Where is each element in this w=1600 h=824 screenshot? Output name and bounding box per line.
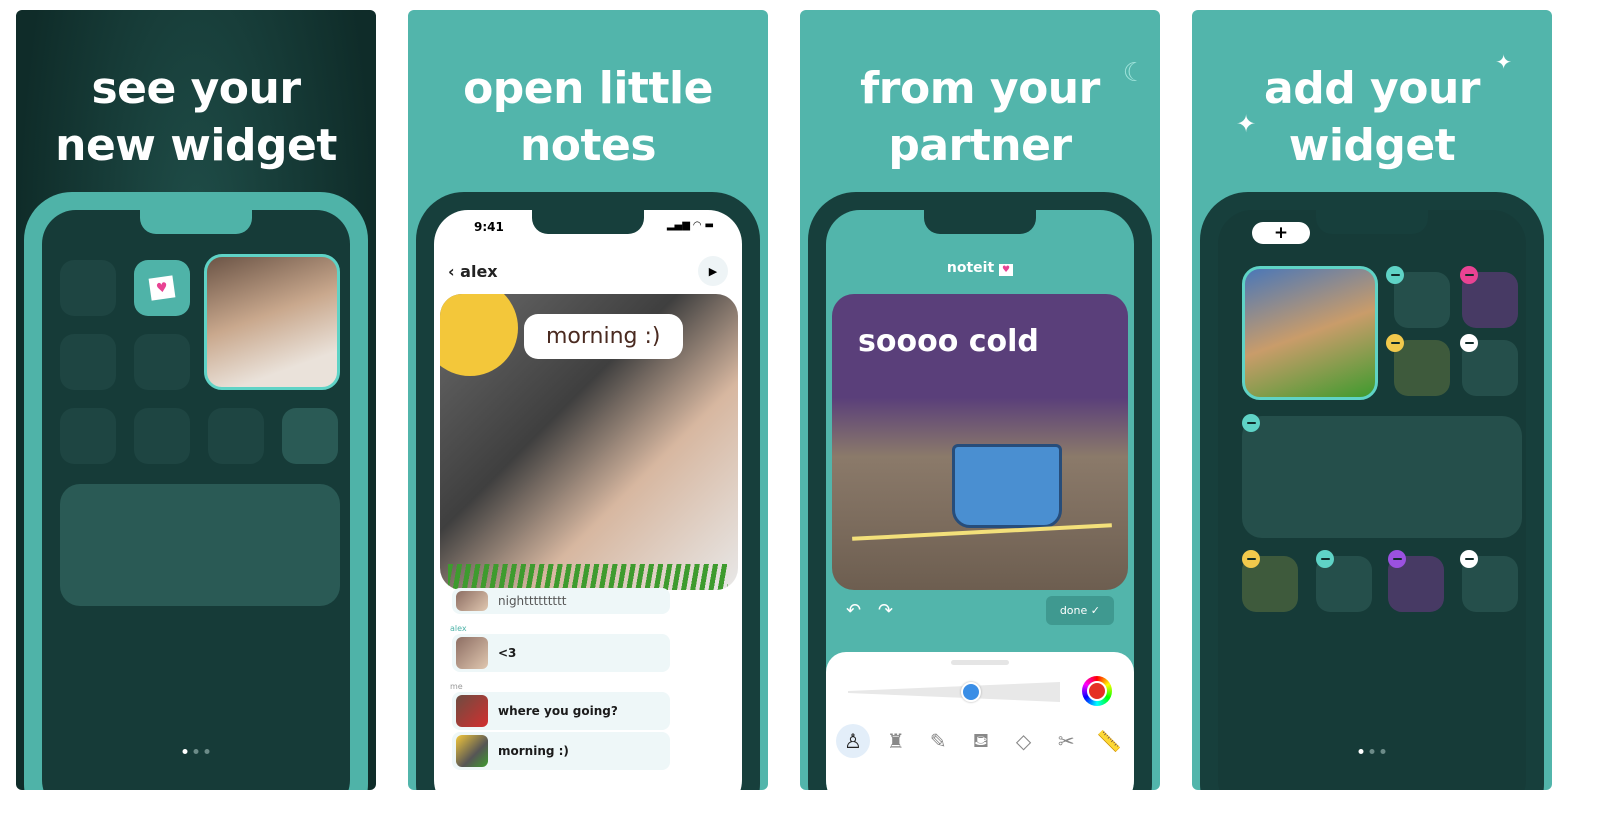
- contact-name: alex: [460, 262, 498, 281]
- app-icon[interactable]: [60, 408, 116, 464]
- phone-frame: 9:41 ▂▄▆ ◠ ▬ ‹ alex ▶ morning :) nighttt…: [416, 192, 760, 790]
- panel-see-widget: see your new widget ♥: [16, 10, 376, 790]
- avatar: [456, 637, 488, 669]
- mug-doodle: [952, 444, 1062, 528]
- pencil-tool[interactable]: ✎: [921, 724, 955, 758]
- sheet-handle[interactable]: [951, 660, 1009, 665]
- message-bubble[interactable]: nighttttttttt: [452, 588, 670, 614]
- sparkle-icon: ✦: [1236, 110, 1257, 138]
- panel-from-partner: from your partner ☾ noteit ♥ soooo cold ↶…: [800, 10, 1160, 790]
- note-photo[interactable]: morning :): [440, 294, 738, 590]
- drawing-canvas[interactable]: soooo cold: [832, 294, 1128, 590]
- app-icon[interactable]: [60, 260, 116, 316]
- remove-widget-button[interactable]: [1386, 266, 1404, 284]
- status-time: 9:41: [474, 220, 504, 234]
- app-icon[interactable]: [208, 408, 264, 464]
- editor-screen: noteit ♥ soooo cold ↶ ↷ done ✓ ♙ ♜ ✎ ⛾ ◇: [826, 210, 1134, 790]
- note-text: soooo cold: [858, 324, 1039, 359]
- heart-note-icon: ♥: [148, 275, 176, 301]
- app-icon[interactable]: [1394, 340, 1450, 396]
- play-button[interactable]: ▶: [698, 256, 728, 286]
- app-icon[interactable]: [60, 334, 116, 390]
- page-dots: [182, 749, 210, 754]
- color-picker-button[interactable]: [1082, 676, 1112, 706]
- remove-widget-button[interactable]: [1242, 414, 1260, 432]
- remove-widget-button[interactable]: [1460, 266, 1478, 284]
- app-icon[interactable]: [1394, 272, 1450, 328]
- note-caption: morning :): [524, 314, 683, 359]
- remove-widget-button[interactable]: [1386, 334, 1404, 352]
- message-bubble[interactable]: morning :): [452, 732, 670, 770]
- avatar: [456, 695, 488, 727]
- scissors-tool[interactable]: ✂: [1049, 724, 1083, 758]
- eraser-tool[interactable]: ◇: [1007, 724, 1041, 758]
- phone-frame: ♥: [24, 192, 368, 790]
- photo-widget[interactable]: [1242, 266, 1378, 400]
- heart-note-icon: ♥: [999, 264, 1014, 276]
- panel-add-widget: add your widget ✦ ✦ +: [1192, 10, 1552, 790]
- message-bubble[interactable]: <3: [452, 634, 670, 672]
- sparkle-icon: ✦: [1495, 50, 1512, 74]
- notch: [140, 210, 252, 234]
- notch: [1316, 210, 1428, 234]
- chat-screen: 9:41 ▂▄▆ ◠ ▬ ‹ alex ▶ morning :) nighttt…: [434, 210, 742, 790]
- sender-label: me: [450, 682, 463, 691]
- redo-button[interactable]: ↷: [878, 600, 893, 621]
- play-icon: ▶: [708, 264, 718, 278]
- app-title: noteit ♥: [826, 260, 1134, 276]
- moon-doodle: ☾: [1122, 58, 1146, 88]
- status-icons: ▂▄▆ ◠ ▬: [666, 220, 714, 231]
- tool-sheet: ♙ ♜ ✎ ⛾ ◇ ✂ 📏: [826, 652, 1134, 790]
- phone-frame: noteit ♥ soooo cold ↶ ↷ done ✓ ♙ ♜ ✎ ⛾ ◇: [808, 192, 1152, 790]
- avatar: [456, 591, 488, 611]
- avatar: [456, 735, 488, 767]
- home-screen: ♥: [42, 210, 350, 790]
- remove-widget-button[interactable]: [1316, 550, 1334, 568]
- headline: open little notes: [463, 63, 713, 171]
- noteit-app-icon[interactable]: ♥: [134, 260, 190, 316]
- notch: [924, 210, 1036, 234]
- widget-edit-screen: +: [1218, 210, 1526, 790]
- marker-tool[interactable]: ♙: [836, 724, 870, 758]
- app-icon[interactable]: [134, 334, 190, 390]
- remove-widget-button[interactable]: [1242, 550, 1260, 568]
- photo-widget[interactable]: [204, 254, 340, 390]
- undo-button[interactable]: ↶: [846, 600, 861, 621]
- ruler-tool[interactable]: 📏: [1092, 724, 1126, 758]
- large-widget[interactable]: [1242, 416, 1522, 538]
- message-bubble[interactable]: where you going?: [452, 692, 670, 730]
- selected-color: [1087, 681, 1107, 701]
- back-button[interactable]: ‹ alex: [448, 262, 498, 281]
- panel-open-notes: open little notes 9:41 ▂▄▆ ◠ ▬ ‹ alex ▶ m…: [408, 10, 768, 790]
- large-widget[interactable]: [60, 484, 340, 606]
- remove-widget-button[interactable]: [1460, 550, 1478, 568]
- app-icon[interactable]: [134, 408, 190, 464]
- chevron-left-icon: ‹: [448, 262, 455, 281]
- notch: [532, 210, 644, 234]
- phone-frame: +: [1200, 192, 1544, 790]
- headline: from your partner: [860, 63, 1100, 171]
- tool-row: ♙ ♜ ✎ ⛾ ◇ ✂ 📏: [836, 724, 1126, 758]
- done-button[interactable]: done ✓: [1045, 596, 1114, 625]
- sender-label: alex: [450, 624, 467, 633]
- app-icon[interactable]: [282, 408, 338, 464]
- page-dots: [1358, 749, 1386, 754]
- sun-doodle: [440, 294, 518, 376]
- remove-widget-button[interactable]: [1388, 550, 1406, 568]
- bucket-tool[interactable]: ⛾: [964, 724, 998, 758]
- add-widget-button[interactable]: +: [1252, 222, 1310, 244]
- brush-size-slider[interactable]: [848, 682, 1060, 702]
- headline: see your new widget: [55, 63, 337, 171]
- paint-tool[interactable]: ♜: [879, 724, 913, 758]
- remove-widget-button[interactable]: [1460, 334, 1478, 352]
- grass-doodle: [448, 564, 728, 590]
- brush-size-thumb[interactable]: [960, 682, 981, 702]
